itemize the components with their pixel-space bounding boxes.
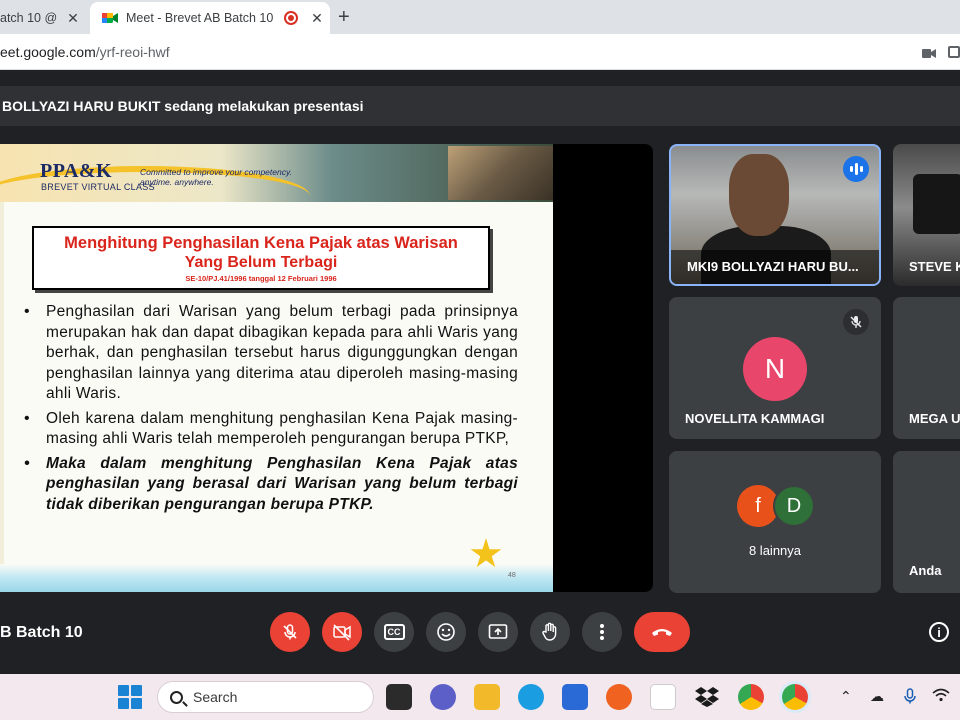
camera-toggle-button[interactable] bbox=[322, 612, 362, 652]
tab-title: Meet - Brevet AB Batch 10 bbox=[126, 11, 274, 25]
windows-start-icon[interactable] bbox=[118, 685, 142, 709]
raise-hand-icon bbox=[542, 622, 557, 641]
mic-off-icon bbox=[283, 624, 297, 640]
slide-bullet: Oleh karena dalam menghitung penghasilan… bbox=[22, 409, 518, 450]
microphone-tray-icon[interactable] bbox=[904, 688, 916, 707]
search-placeholder: Search bbox=[193, 689, 238, 705]
browser-tab-strip: atch 10 @ ✕ Meet - Brevet AB Batch 10 ✕ … bbox=[0, 0, 960, 34]
participant-name: NOVELLITA KAMMAGI bbox=[685, 411, 825, 426]
tab-close-icon[interactable]: ✕ bbox=[64, 10, 82, 27]
url-path: /yrf-reoi-hwf bbox=[95, 44, 170, 60]
participant-name: STEVE K bbox=[909, 259, 960, 274]
slide-title-box: Menghitung Penghasilan Kena Pajak atas W… bbox=[32, 226, 490, 290]
participant-tile-others[interactable]: f D 8 lainnya bbox=[669, 451, 881, 593]
participant-tile-avatar[interactable]: N NOVELLITA KAMMAGI bbox=[669, 297, 881, 439]
emoji-icon bbox=[437, 623, 455, 641]
file-explorer-icon[interactable] bbox=[474, 684, 500, 710]
participant-tile-speaker[interactable]: MKI9 BOLLYAZI HARU BU... bbox=[669, 144, 881, 286]
amazon-icon[interactable] bbox=[650, 684, 676, 710]
slide-title-line-1: Menghitung Penghasilan Kena Pajak atas W… bbox=[64, 234, 458, 252]
wifi-icon[interactable] bbox=[932, 688, 950, 705]
camera-off-icon bbox=[333, 624, 351, 641]
tagline-line-2: anytime. anywhere. bbox=[140, 177, 214, 187]
teams-chat-icon[interactable] bbox=[430, 684, 456, 710]
dropbox-icon[interactable] bbox=[694, 684, 720, 710]
mic-muted-icon bbox=[843, 309, 869, 335]
captions-icon: CC bbox=[383, 624, 405, 640]
address-bar[interactable]: eet.google.com/yrf-reoi-hwf bbox=[0, 34, 960, 70]
participant-video-face bbox=[729, 154, 789, 236]
meeting-info-button[interactable]: i bbox=[929, 622, 949, 642]
url-text[interactable]: eet.google.com/yrf-reoi-hwf bbox=[0, 44, 170, 60]
microsoft-store-icon[interactable] bbox=[562, 684, 588, 710]
captions-button[interactable]: CC bbox=[374, 612, 414, 652]
slide-footer-wave bbox=[0, 564, 553, 592]
tab-close-icon[interactable]: ✕ bbox=[308, 10, 326, 27]
browser-tab-inactive[interactable]: atch 10 @ ✕ bbox=[0, 2, 86, 34]
mic-toggle-button[interactable] bbox=[270, 612, 310, 652]
emoji-reaction-button[interactable] bbox=[426, 612, 466, 652]
new-tab-button[interactable]: + bbox=[338, 6, 350, 29]
firefox-icon[interactable] bbox=[606, 684, 632, 710]
ppak-tagline: Committed to improve your competency. an… bbox=[140, 167, 292, 187]
edge-browser-icon[interactable] bbox=[518, 684, 544, 710]
chrome-profile-icon[interactable] bbox=[782, 684, 808, 710]
browser-tab-meet[interactable]: Meet - Brevet AB Batch 10 ✕ bbox=[90, 2, 330, 34]
task-view-icon[interactable] bbox=[386, 684, 412, 710]
presentation-area[interactable]: PPA&K BREVET VIRTUAL CLASS Committed to … bbox=[0, 144, 653, 592]
slide-bullet-emphasis: Maka dalam menghitung Penghasilan Kena P… bbox=[22, 454, 518, 516]
camera-in-use-icon[interactable] bbox=[922, 46, 936, 58]
chevron-up-icon[interactable]: ⌃ bbox=[840, 688, 852, 705]
present-icon bbox=[488, 624, 508, 639]
extension-icon[interactable] bbox=[948, 46, 960, 58]
participant-tile-self[interactable]: Anda bbox=[893, 451, 960, 593]
slide-body: Menghitung Penghasilan Kena Pajak atas W… bbox=[0, 202, 553, 592]
google-meet-favicon-icon bbox=[102, 11, 118, 25]
presentation-slide: PPA&K BREVET VIRTUAL CLASS Committed to … bbox=[0, 144, 553, 592]
participant-avatar: N bbox=[743, 337, 807, 401]
participant-video bbox=[913, 174, 960, 234]
participant-tile-video[interactable]: STEVE K bbox=[893, 144, 960, 286]
tagline-line-1: Committed to improve your competency. bbox=[140, 167, 292, 177]
more-options-button[interactable] bbox=[582, 612, 622, 652]
slide-title-line-2: Yang Belum Terbagi bbox=[184, 254, 338, 271]
end-call-icon bbox=[652, 629, 672, 636]
slide-header: PPA&K BREVET VIRTUAL CLASS Committed to … bbox=[0, 144, 553, 202]
onedrive-cloud-icon[interactable]: ☁ bbox=[870, 688, 884, 705]
slide-bullet-list: Penghasilan dari Warisan yang belum terb… bbox=[22, 302, 518, 519]
ppak-logo-subtitle: BREVET VIRTUAL CLASS bbox=[41, 182, 155, 192]
participant-name: Anda bbox=[909, 563, 942, 578]
slide-title-reference: SE-10/PJ.41/1996 tanggal 12 Februari 199… bbox=[185, 274, 337, 283]
ppak-logo: PPA&K bbox=[40, 160, 113, 182]
participant-name: MEGA U bbox=[909, 411, 960, 426]
others-count-label: 8 lainnya bbox=[748, 543, 802, 558]
participant-name: MKI9 BOLLYAZI HARU BU... bbox=[687, 259, 859, 274]
speaking-indicator-icon bbox=[843, 156, 869, 182]
presenting-banner: BOLLYAZI HARU BUKIT sedang melakukan pre… bbox=[0, 86, 960, 126]
header-photo bbox=[448, 146, 553, 200]
chrome-icon[interactable] bbox=[738, 684, 764, 710]
search-icon bbox=[170, 690, 183, 704]
recording-indicator-icon bbox=[284, 11, 298, 25]
presenting-banner-text: BOLLYAZI HARU BUKIT sedang melakukan pre… bbox=[2, 98, 364, 114]
participant-tile-avatar[interactable]: MEGA U bbox=[893, 297, 960, 439]
windows-taskbar: Search ⌃ ☁ bbox=[0, 674, 960, 720]
meeting-name: B Batch 10 bbox=[0, 624, 83, 641]
participant-avatar: D bbox=[773, 485, 815, 527]
meet-stage: BOLLYAZI HARU BUKIT sedang melakukan pre… bbox=[0, 70, 960, 674]
slide-bullet: Penghasilan dari Warisan yang belum terb… bbox=[22, 302, 518, 405]
more-options-icon bbox=[600, 624, 604, 640]
tab-title: atch 10 @ bbox=[0, 11, 58, 25]
url-host: eet.google.com bbox=[0, 44, 96, 60]
raise-hand-button[interactable] bbox=[530, 612, 570, 652]
slide-page-number: 48 bbox=[508, 572, 516, 579]
present-screen-button[interactable] bbox=[478, 612, 518, 652]
taskbar-search-box[interactable]: Search bbox=[157, 681, 374, 713]
leave-call-button[interactable] bbox=[634, 612, 690, 652]
